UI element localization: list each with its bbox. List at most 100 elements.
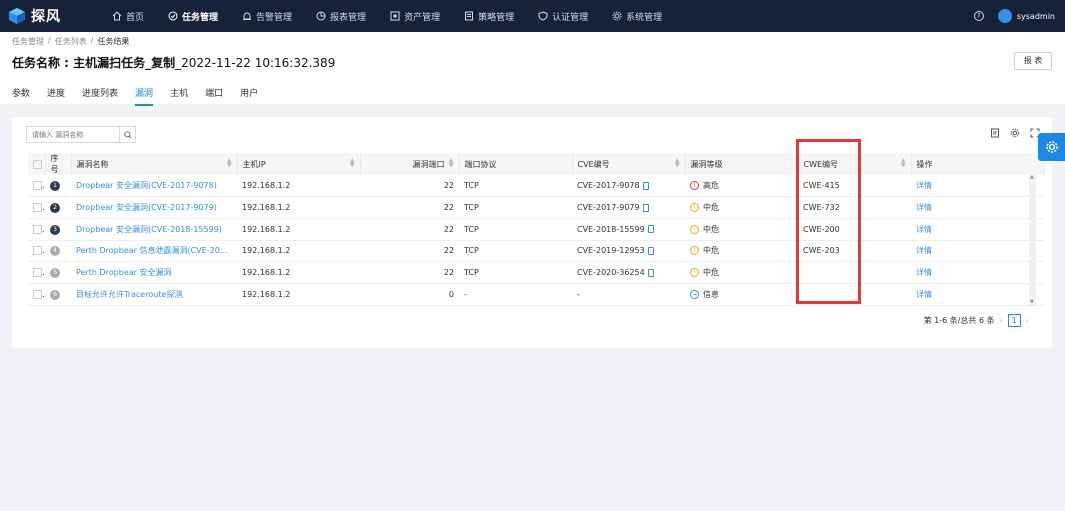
help-icon[interactable]: ? xyxy=(973,11,984,21)
table-scrollbar[interactable]: ▲ ▼ xyxy=(1029,174,1036,305)
breadcrumb-task-list[interactable]: 任务列表 xyxy=(55,36,87,47)
medium-risk-icon: ! xyxy=(690,224,699,234)
detail-link[interactable]: 详情 xyxy=(911,175,1044,198)
detail-link[interactable]: 详情 xyxy=(911,218,1044,241)
vuln-table: 序号 漏洞名称 ▲ ▼ 主机IP ▲ ▼ 漏洞端口 ▲ ▼ 端口协议 CVE编号 ▲ ▼ 漏洞等… xyxy=(28,153,1045,306)
pagination: 第 1-6 条/总共 6 条 ‹ 1 › xyxy=(924,314,1034,327)
tab-hosts[interactable]: 主机 xyxy=(170,86,188,106)
host-ip: 192.168.1.2 xyxy=(237,240,360,263)
avatar[interactable] xyxy=(997,9,1012,23)
vuln-level: ! 中危 xyxy=(685,196,798,219)
sort-icon[interactable]: ▲ ▼ xyxy=(350,158,355,169)
alarm-icon xyxy=(243,12,252,20)
tab-progress[interactable]: 进度 xyxy=(47,86,65,106)
checkbox[interactable] xyxy=(33,181,42,191)
menu-item-reports[interactable]: 报表管理 xyxy=(316,0,366,32)
port-proto: TCP xyxy=(459,261,572,284)
tab-vulnerabilities[interactable]: 漏洞 xyxy=(135,86,154,106)
floating-settings-button[interactable] xyxy=(1038,133,1065,161)
table-row: 5 Perth Dropbear 安全漏洞 192.168.1.2 22 TCP… xyxy=(28,261,1044,284)
scroll-up-icon[interactable]: ▲ xyxy=(1030,174,1034,180)
header-cve[interactable]: CVE编号 ▲ ▼ xyxy=(572,153,686,175)
prev-page-icon[interactable]: ‹ xyxy=(1000,316,1003,325)
checkbox[interactable] xyxy=(33,224,42,234)
detail-link[interactable]: 详情 xyxy=(911,240,1044,263)
checkbox[interactable] xyxy=(33,268,42,278)
tab-users[interactable]: 用户 xyxy=(240,86,258,106)
vuln-name-link[interactable]: Perth Dropbear 信息泄露漏洞(CVE-2019-12... xyxy=(71,240,237,263)
shield-icon xyxy=(538,11,548,21)
next-page-icon[interactable]: › xyxy=(1026,316,1029,325)
checkbox[interactable] xyxy=(33,246,42,256)
header-name[interactable]: 漏洞名称 ▲ ▼ xyxy=(71,153,238,175)
vuln-name-link[interactable]: Dropbear 安全漏洞(CVE-2017-9078) xyxy=(71,175,237,198)
document-icon[interactable] xyxy=(647,268,654,277)
page-number-current[interactable]: 1 xyxy=(1007,314,1021,327)
search-button[interactable] xyxy=(119,127,135,142)
scroll-down-icon[interactable]: ▼ xyxy=(1030,299,1034,305)
row-number: 3 xyxy=(50,224,60,235)
checkbox[interactable] xyxy=(33,289,42,299)
search-input[interactable] xyxy=(27,127,119,142)
vuln-name-link[interactable]: Dropbear 安全漏洞(CVE-2018-15599) xyxy=(71,218,237,241)
username[interactable]: sysadmin xyxy=(1017,12,1055,21)
app-logo[interactable]: 探风 xyxy=(0,6,112,26)
document-icon[interactable] xyxy=(647,246,654,255)
breadcrumb-current: 任务结果 xyxy=(97,37,130,46)
menu-item-home[interactable]: 首页 xyxy=(112,0,144,32)
cve-id: CVE-2020-36254 xyxy=(572,261,685,284)
vuln-name-link[interactable]: Dropbear 安全漏洞(CVE-2017-9079) xyxy=(71,196,237,219)
port-proto: TCP xyxy=(459,175,572,198)
vuln-port: 22 xyxy=(360,196,459,219)
cwe-highlight-box xyxy=(796,139,861,304)
sort-icon[interactable]: ▲ ▼ xyxy=(901,158,906,169)
header-select-all[interactable] xyxy=(28,153,46,175)
menu-item-tasks[interactable]: 任务管理 xyxy=(168,0,218,32)
tab-ports[interactable]: 端口 xyxy=(205,86,223,106)
tab-params[interactable]: 参数 xyxy=(12,86,30,106)
menu-item-system[interactable]: 系统管理 xyxy=(612,0,662,32)
checkbox[interactable] xyxy=(33,159,42,169)
detail-link[interactable]: 详情 xyxy=(911,261,1044,284)
medium-risk-icon: ! xyxy=(690,203,699,213)
medium-risk-icon: ! xyxy=(690,246,699,256)
strategy-icon xyxy=(465,11,474,21)
sort-icon[interactable]: ▲ ▼ xyxy=(227,158,232,169)
row-number: 6 xyxy=(50,289,60,300)
report-button[interactable]: 报 表 xyxy=(1014,52,1052,70)
port-proto: TCP xyxy=(459,240,572,263)
detail-link[interactable]: 详情 xyxy=(911,283,1044,306)
tab-progress-list[interactable]: 进度列表 xyxy=(82,86,118,106)
host-ip: 192.168.1.2 xyxy=(237,261,360,284)
document-icon[interactable] xyxy=(647,225,654,234)
header-port[interactable]: 漏洞端口 ▲ ▼ xyxy=(360,153,460,175)
host-ip: 192.168.1.2 xyxy=(237,175,360,198)
gear-icon xyxy=(1045,141,1058,153)
menu-item-auth[interactable]: 认证管理 xyxy=(538,0,588,32)
vuln-name-link[interactable]: Perth Dropbear 安全漏洞 xyxy=(71,261,237,284)
cve-id: CVE-2017-9079 xyxy=(572,196,685,219)
task-icon xyxy=(168,11,178,21)
header-ip[interactable]: 主机IP ▲ ▼ xyxy=(237,153,361,175)
document-icon[interactable] xyxy=(642,203,649,212)
document-icon[interactable] xyxy=(642,181,649,190)
sort-icon[interactable]: ▲ ▼ xyxy=(449,158,454,169)
pagination-summary: 第 1-6 条/总共 6 条 xyxy=(923,316,995,325)
table-row: 3 Dropbear 安全漏洞(CVE-2018-15599) 192.168.… xyxy=(28,218,1044,241)
menu-item-alarms[interactable]: 告警管理 xyxy=(242,0,292,32)
cube-logo-icon xyxy=(8,7,26,25)
menu-item-strategy[interactable]: 策略管理 xyxy=(464,0,514,32)
port-proto: - xyxy=(459,283,572,306)
header-action: 操作 xyxy=(911,153,1045,175)
breadcrumb-task-manage[interactable]: 任务管理 xyxy=(12,36,44,47)
header-level: 漏洞等级 xyxy=(685,153,799,175)
checkbox[interactable] xyxy=(33,203,42,213)
menu-item-assets[interactable]: 资产管理 xyxy=(390,0,440,32)
sort-icon[interactable]: ▲ ▼ xyxy=(675,158,680,169)
vuln-name-link[interactable]: 目标允许允许Traceroute探测 xyxy=(71,283,237,306)
export-icon[interactable] xyxy=(989,127,1000,138)
settings-icon[interactable] xyxy=(1009,127,1020,138)
detail-link[interactable]: 详情 xyxy=(911,196,1044,219)
nav-right: ? sysadmin xyxy=(973,0,1055,32)
vuln-level: → 信息 xyxy=(685,283,798,306)
